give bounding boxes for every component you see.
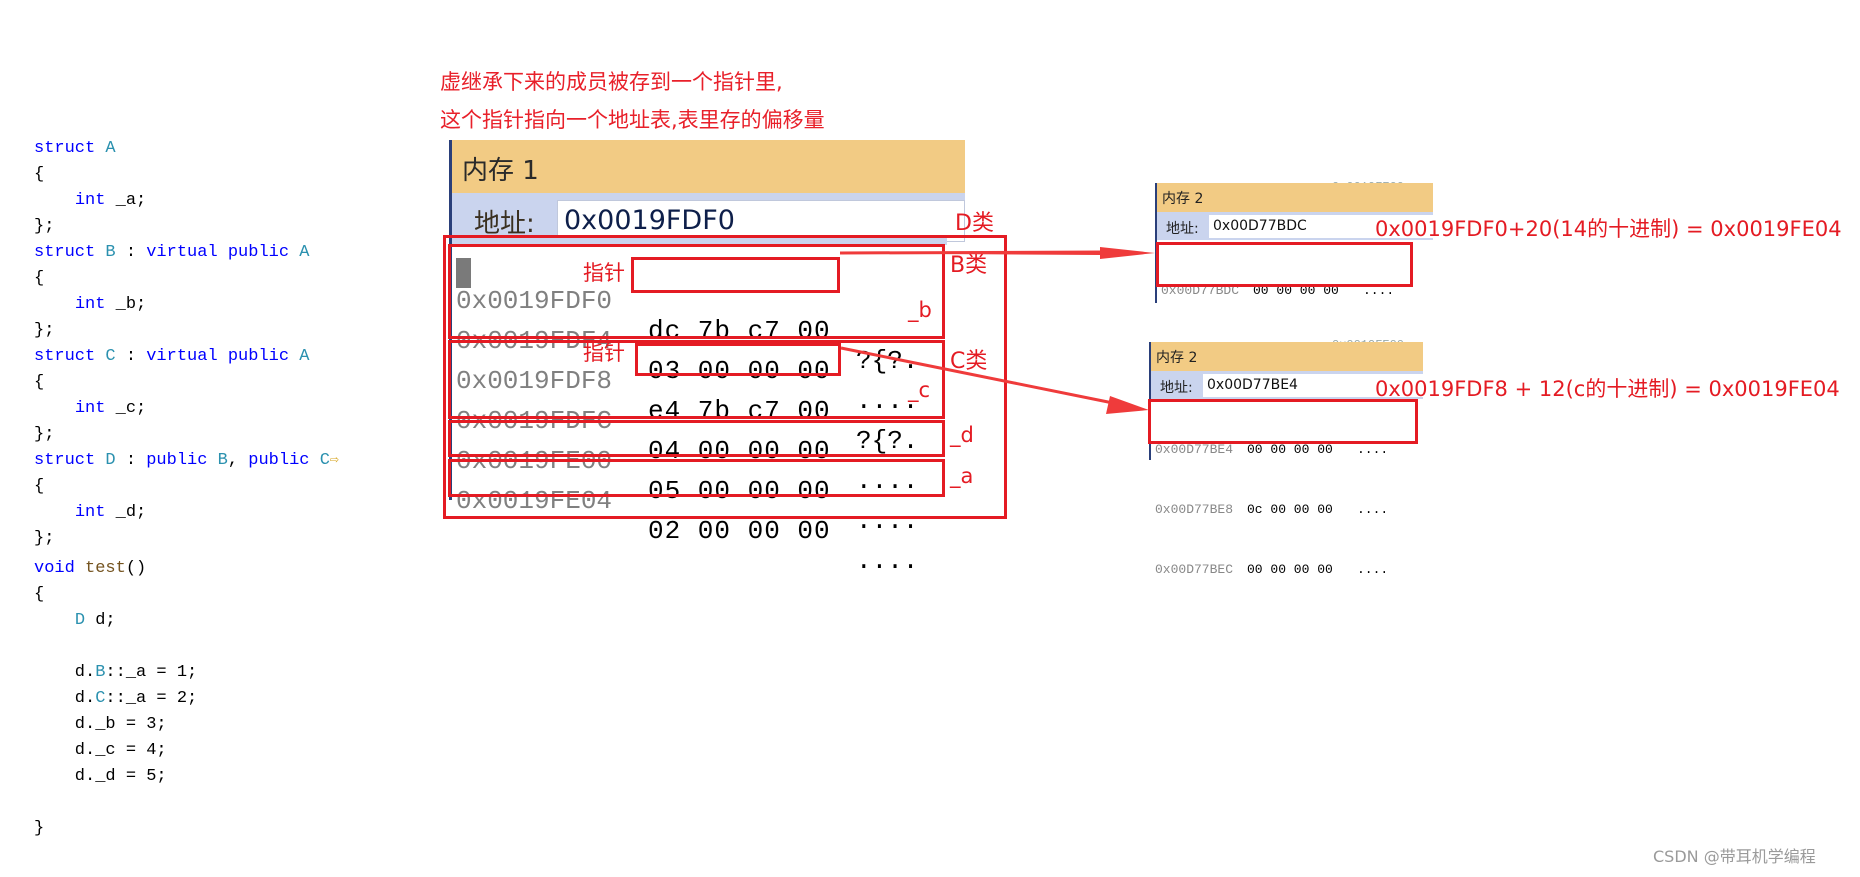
arrow-c-pointer-to-offset-table [840, 346, 1149, 414]
watermark: CSDN @带耳机学编程 [1653, 847, 1816, 866]
arrows-layer [839, 247, 1155, 414]
arrow-c-shaft [840, 346, 1119, 406]
arrow-b-shaft [839, 250, 1106, 255]
arrow-c-head [1106, 396, 1149, 414]
arrow-b-pointer-to-offset-table [839, 247, 1155, 259]
